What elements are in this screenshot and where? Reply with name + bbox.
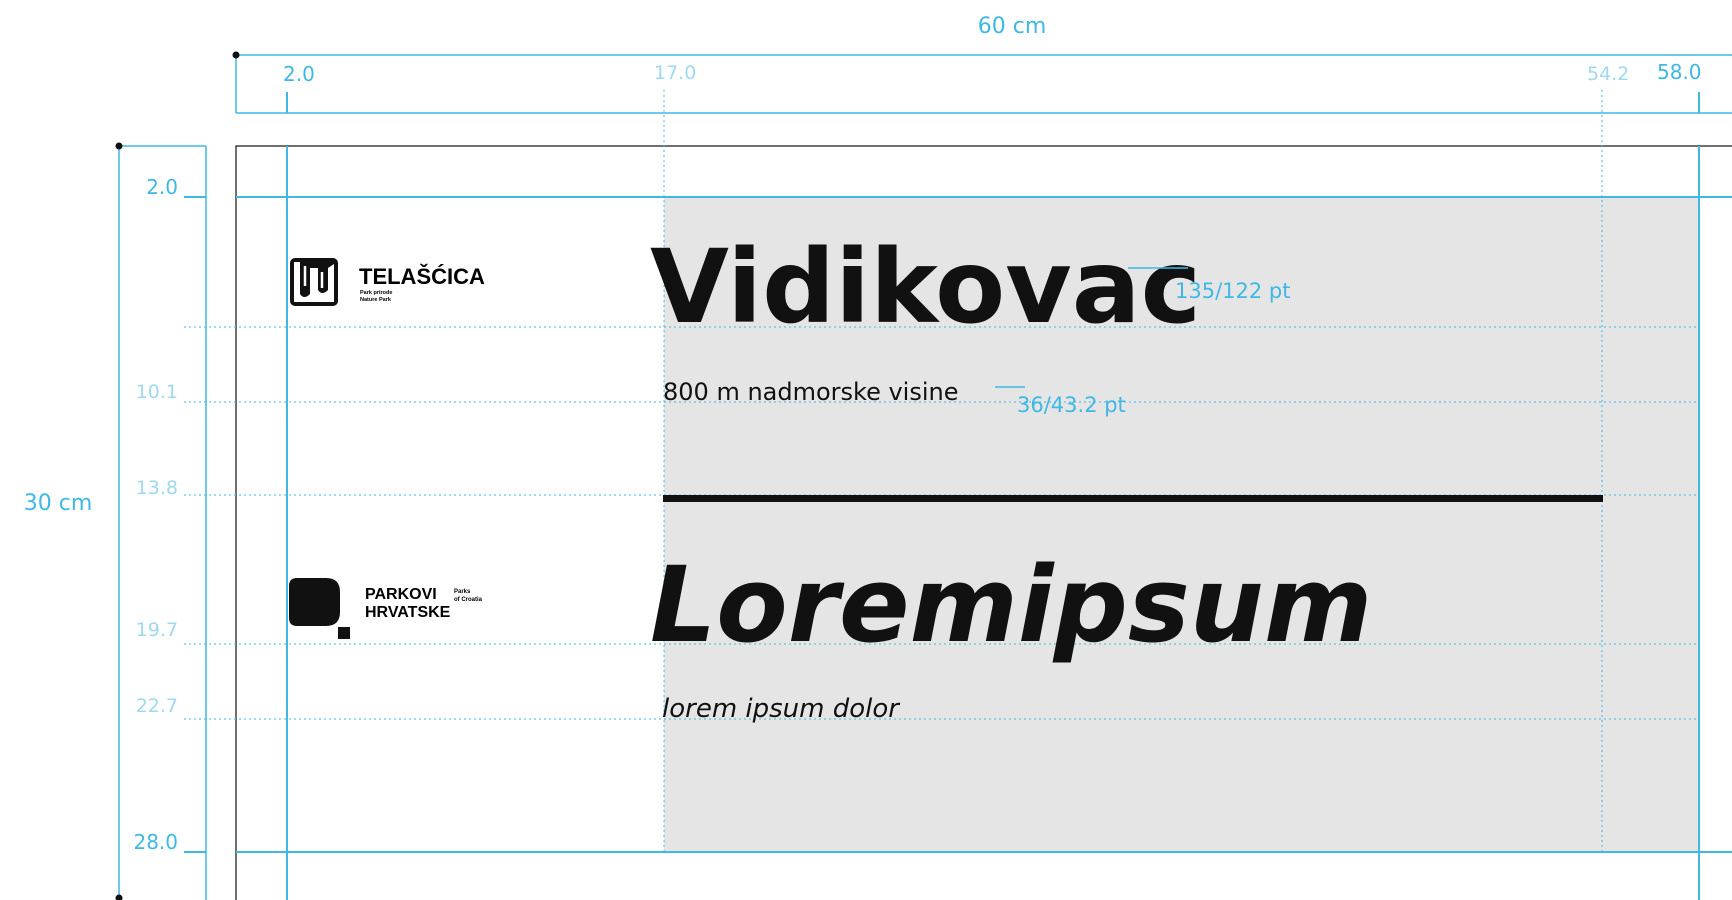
logo-parkovi: PARKOVI HRVATSKE Parks of Croatia: [289, 578, 483, 639]
width-label: 60 cm: [978, 14, 1047, 39]
left-tick-label-13: 13.8: [136, 477, 178, 499]
telascica-name: TELAŠĆICA: [359, 264, 485, 289]
top-tick-label-58: 58.0: [1657, 60, 1702, 84]
left-tick-label-2: 2.0: [146, 175, 178, 199]
top-ruler-dot: [232, 51, 240, 59]
parkovi-square-icon: [338, 627, 350, 639]
headline-2-subtitle: lorem ipsum dolor: [662, 694, 901, 724]
left-tick-label-10: 10.1: [136, 381, 178, 403]
layout-diagram: 60 cm 30 cm 2.0 17.0 54.2 58.0 2.0 10.1 …: [24, 14, 1732, 900]
left-tick-label-22: 22.7: [136, 695, 178, 717]
left-ruler-dot-top: [115, 142, 123, 150]
left-tick-label-19: 19.7: [136, 619, 178, 641]
telascica-line2: Nature Park: [360, 297, 392, 303]
parkovi-name-line2: HRVATSKE: [365, 604, 451, 621]
height-label: 30 cm: [24, 491, 93, 516]
telascica-line1: Park prirode: [360, 290, 392, 296]
divider-bar: [663, 495, 1603, 502]
top-tick-label-2: 2.0: [283, 62, 315, 86]
top-tick-label-17: 17.0: [654, 62, 696, 84]
parkovi-name-line1: PARKOVI: [365, 586, 437, 603]
top-tick-label-54: 54.2: [1587, 63, 1629, 85]
headline-1-subtitle: 800 m nadmorske visine: [663, 378, 959, 406]
headline-1-title: Vidikovac: [650, 228, 1201, 347]
headline-1-subtitle-spec: 36/43.2 pt: [1017, 393, 1126, 417]
parkovi-tag-line2: of Croatia: [454, 597, 483, 603]
headline-1-title-spec: 135/122 pt: [1175, 279, 1290, 303]
left-tick-label-28: 28.0: [133, 830, 178, 854]
telascica-cliff-icon: [290, 258, 338, 306]
logo-telascica: TELAŠĆICA Park prirode Nature Park: [290, 258, 485, 306]
parkovi-tag-line1: Parks: [454, 589, 471, 595]
left-ruler-dot-bottom: [115, 894, 123, 900]
parkovi-leaf-icon: [289, 578, 340, 626]
headline-2-title: Loremipsum: [650, 544, 1372, 666]
